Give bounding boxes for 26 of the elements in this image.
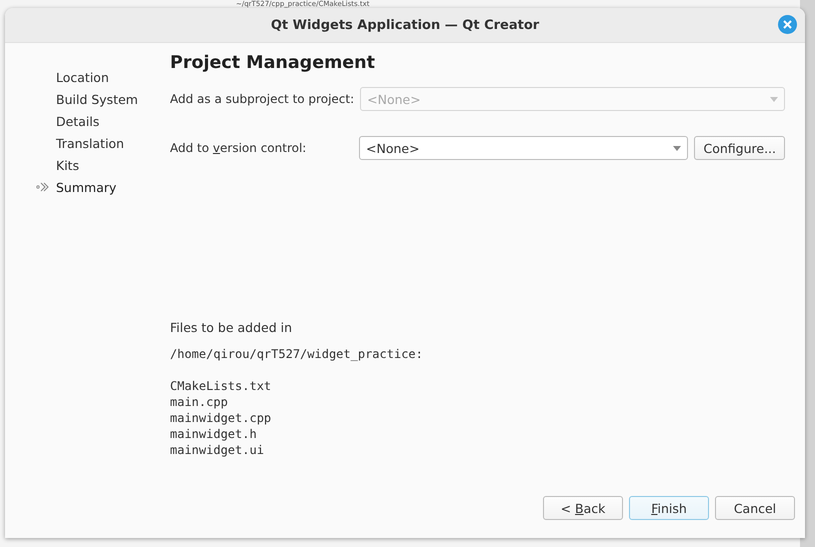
sidebar-item[interactable]: Translation xyxy=(56,136,124,150)
sidebar-item[interactable]: Kits xyxy=(56,158,80,172)
page-title: Project Management xyxy=(170,53,376,75)
window-title: Qt Widgets Application — Qt Creator xyxy=(270,18,540,32)
close-icon xyxy=(783,20,792,29)
field-label: Add to version control: xyxy=(170,141,308,155)
wizard-button[interactable]: Finish xyxy=(629,496,709,520)
close-button[interactable] xyxy=(778,15,797,34)
sidebar-item[interactable]: Details xyxy=(56,114,100,128)
files-heading: Files to be added in xyxy=(170,320,294,335)
file-name: mainwidget.ui xyxy=(170,442,265,458)
file-name: mainwidget.cpp xyxy=(170,410,272,426)
wizard-button[interactable]: Cancel xyxy=(715,496,795,520)
sidebar-item[interactable]: Summary xyxy=(56,180,116,194)
sidebar-item[interactable]: Location xyxy=(56,70,109,84)
dropdown[interactable]: <None> xyxy=(359,136,688,160)
caret-icon xyxy=(770,96,778,102)
wizard-button[interactable]: < Back xyxy=(543,496,623,520)
configure-button[interactable]: Configure... xyxy=(694,136,785,160)
file-name: mainwidget.h xyxy=(170,426,258,442)
field-label: Add as a subproject to project: xyxy=(170,92,354,106)
caret-icon xyxy=(673,146,682,150)
sidebar-item[interactable]: Build System xyxy=(56,92,138,106)
files-path: /home/qirou/qrT527/widget_practice: xyxy=(170,346,424,362)
file-name: main.cpp xyxy=(170,394,229,410)
file-name: CMakeLists.txt xyxy=(170,378,272,394)
